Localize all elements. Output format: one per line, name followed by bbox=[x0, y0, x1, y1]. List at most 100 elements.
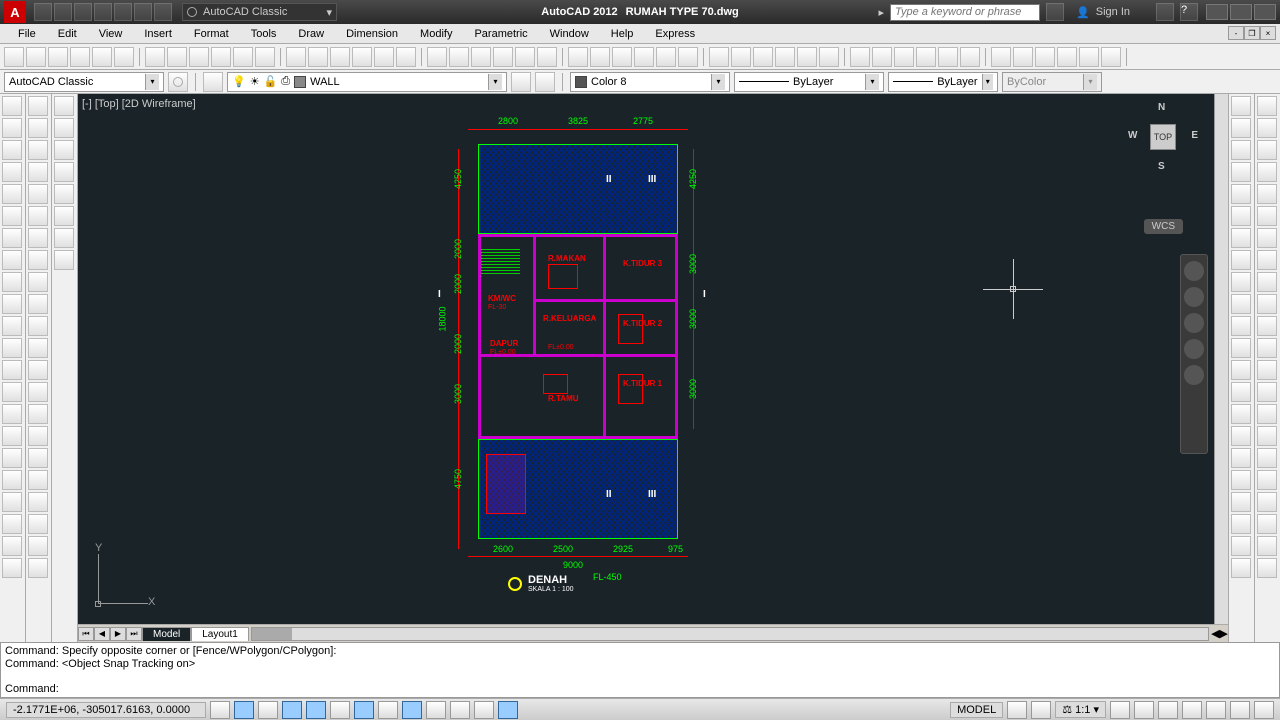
rtool2-10[interactable] bbox=[1257, 316, 1277, 336]
toolbar-button-27[interactable] bbox=[634, 47, 654, 67]
toolbar-button-20[interactable] bbox=[471, 47, 491, 67]
draw-tool-17[interactable] bbox=[2, 470, 22, 490]
draw-tool-14[interactable] bbox=[2, 404, 22, 424]
rtool2-17[interactable] bbox=[1257, 470, 1277, 490]
modify-tool-11[interactable] bbox=[28, 338, 48, 358]
qat-new-icon[interactable] bbox=[34, 3, 52, 21]
toolbar-button-39[interactable] bbox=[916, 47, 936, 67]
toolbar-button-34[interactable] bbox=[797, 47, 817, 67]
order-tool-0[interactable] bbox=[54, 96, 74, 116]
modify-tool-9[interactable] bbox=[28, 294, 48, 314]
draw-tool-3[interactable] bbox=[2, 162, 22, 182]
draw-tool-21[interactable] bbox=[2, 558, 22, 578]
order-tool-4[interactable] bbox=[54, 184, 74, 204]
modify-tool-20[interactable] bbox=[28, 536, 48, 556]
layer-manager-icon[interactable] bbox=[203, 72, 223, 92]
rtool2-4[interactable] bbox=[1257, 184, 1277, 204]
order-tool-1[interactable] bbox=[54, 118, 74, 138]
order-tool-3[interactable] bbox=[54, 162, 74, 182]
dyn-mode-icon[interactable] bbox=[402, 701, 422, 719]
toolbar-button-16[interactable] bbox=[374, 47, 394, 67]
rtool2-14[interactable] bbox=[1257, 404, 1277, 424]
3dosnap-mode-icon[interactable] bbox=[330, 701, 350, 719]
toolbar-button-47[interactable] bbox=[1101, 47, 1121, 67]
qat-undo-icon[interactable] bbox=[134, 3, 152, 21]
rtool1-20[interactable] bbox=[1231, 536, 1251, 556]
toolbar-button-40[interactable] bbox=[938, 47, 958, 67]
menu-window[interactable]: Window bbox=[540, 26, 599, 42]
layer-previous-icon[interactable] bbox=[511, 72, 531, 92]
rtool1-10[interactable] bbox=[1231, 316, 1251, 336]
annotation-autoscale-icon[interactable] bbox=[1134, 701, 1154, 719]
toolbar-button-10[interactable] bbox=[233, 47, 253, 67]
grid-mode-icon[interactable] bbox=[234, 701, 254, 719]
draw-tool-18[interactable] bbox=[2, 492, 22, 512]
draw-tool-6[interactable] bbox=[2, 228, 22, 248]
tab-next-icon[interactable]: ▶ bbox=[110, 627, 126, 641]
toolbar-button-28[interactable] bbox=[656, 47, 676, 67]
modify-tool-15[interactable] bbox=[28, 426, 48, 446]
toolbar-button-26[interactable] bbox=[612, 47, 632, 67]
toolbar-button-21[interactable] bbox=[493, 47, 513, 67]
order-tool-6[interactable] bbox=[54, 228, 74, 248]
modify-tool-18[interactable] bbox=[28, 492, 48, 512]
qat-open-icon[interactable] bbox=[54, 3, 72, 21]
horizontal-scrollbar[interactable] bbox=[251, 627, 1209, 641]
qp-mode-icon[interactable] bbox=[474, 701, 494, 719]
modify-tool-17[interactable] bbox=[28, 470, 48, 490]
mdi-close[interactable]: × bbox=[1260, 26, 1276, 40]
toolbar-button-17[interactable] bbox=[396, 47, 416, 67]
rtool2-5[interactable] bbox=[1257, 206, 1277, 226]
toolbar-button-24[interactable] bbox=[568, 47, 588, 67]
menu-view[interactable]: View bbox=[89, 26, 133, 42]
draw-tool-12[interactable] bbox=[2, 360, 22, 380]
rtool1-14[interactable] bbox=[1231, 404, 1251, 424]
tab-layout1[interactable]: Layout1 bbox=[191, 627, 249, 641]
draw-tool-19[interactable] bbox=[2, 514, 22, 534]
vertical-scrollbar[interactable] bbox=[1214, 94, 1228, 624]
draw-tool-4[interactable] bbox=[2, 184, 22, 204]
order-tool-2[interactable] bbox=[54, 140, 74, 160]
rtool1-6[interactable] bbox=[1231, 228, 1251, 248]
modify-tool-5[interactable] bbox=[28, 206, 48, 226]
modify-tool-12[interactable] bbox=[28, 360, 48, 380]
draw-tool-1[interactable] bbox=[2, 118, 22, 138]
menu-tools[interactable]: Tools bbox=[241, 26, 287, 42]
ducs-mode-icon[interactable] bbox=[378, 701, 398, 719]
scroll-left-icon[interactable]: ◀ bbox=[1211, 627, 1219, 640]
workspace-switch-icon[interactable] bbox=[1158, 701, 1178, 719]
sc-mode-icon[interactable] bbox=[498, 701, 518, 719]
draw-tool-9[interactable] bbox=[2, 294, 22, 314]
close-button[interactable] bbox=[1254, 4, 1276, 20]
draw-tool-5[interactable] bbox=[2, 206, 22, 226]
rtool2-16[interactable] bbox=[1257, 448, 1277, 468]
rtool1-16[interactable] bbox=[1231, 448, 1251, 468]
toolbar-button-4[interactable] bbox=[92, 47, 112, 67]
help-icon[interactable]: ? bbox=[1180, 3, 1198, 21]
hardware-accel-icon[interactable] bbox=[1206, 701, 1226, 719]
toolbar-button-22[interactable] bbox=[515, 47, 535, 67]
qat-saveas-icon[interactable] bbox=[94, 3, 112, 21]
menu-draw[interactable]: Draw bbox=[288, 26, 334, 42]
steering-wheel-icon[interactable] bbox=[1184, 261, 1204, 281]
tpy-mode-icon[interactable] bbox=[450, 701, 470, 719]
menu-parametric[interactable]: Parametric bbox=[464, 26, 537, 42]
search-button-icon[interactable] bbox=[1046, 3, 1064, 21]
polar-mode-icon[interactable] bbox=[282, 701, 302, 719]
toolbar-button-1[interactable] bbox=[26, 47, 46, 67]
menu-modify[interactable]: Modify bbox=[410, 26, 462, 42]
rtool1-8[interactable] bbox=[1231, 272, 1251, 292]
rtool1-2[interactable] bbox=[1231, 140, 1251, 160]
color-combo[interactable]: Color 8 bbox=[570, 72, 730, 92]
rtool1-4[interactable] bbox=[1231, 184, 1251, 204]
quickview-layouts-icon[interactable] bbox=[1007, 701, 1027, 719]
rtool1-17[interactable] bbox=[1231, 470, 1251, 490]
pan-icon[interactable] bbox=[1184, 287, 1204, 307]
ortho-mode-icon[interactable] bbox=[258, 701, 278, 719]
rtool2-18[interactable] bbox=[1257, 492, 1277, 512]
toolbar-button-0[interactable] bbox=[4, 47, 24, 67]
tab-prev-icon[interactable]: ◀ bbox=[94, 627, 110, 641]
toolbar-button-6[interactable] bbox=[145, 47, 165, 67]
drawing-viewport[interactable]: [-] [Top] [2D Wireframe] N E S W TOP WCS bbox=[78, 94, 1228, 624]
toolbar-button-15[interactable] bbox=[352, 47, 372, 67]
